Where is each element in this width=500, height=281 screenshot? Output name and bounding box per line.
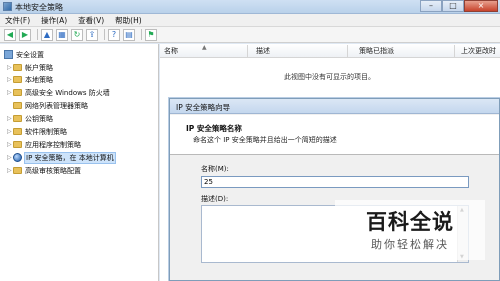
window-controls: – □ × (420, 0, 498, 13)
menu-file[interactable]: 文件(F) (5, 15, 30, 26)
tree-item-label: 高级安全 Windows 防火墙 (25, 88, 110, 97)
folder-icon (13, 76, 22, 83)
column-divider[interactable] (247, 45, 248, 57)
folder-icon (13, 167, 22, 174)
tree-item-label: 高级审核策略配置 (25, 166, 81, 175)
policy-icon[interactable]: ⚑ (145, 28, 157, 41)
menu-bar: 文件(F) 操作(A) 查看(V) 帮助(H) (0, 14, 500, 27)
ip-security-policy-icon (13, 153, 22, 162)
list-header: 名称 ▲ 描述 策略已指派 上次更改时 (160, 44, 500, 58)
tree-item-account-policies[interactable]: ▷ 帐户策略 (7, 62, 53, 73)
tree-item-local-policies[interactable]: ▷ 本地策略 (7, 74, 53, 85)
forward-icon[interactable]: ▶ (19, 28, 31, 41)
empty-list-message: 此视图中没有可显示的项目。 (284, 73, 375, 81)
watermark-main-text: 百科全说 (366, 210, 454, 234)
help-icon[interactable]: ? (108, 28, 120, 41)
tree-item-label: 帐户策略 (25, 63, 53, 72)
folder-icon (13, 115, 22, 122)
show-hide-tree-icon[interactable]: ▦ (56, 28, 68, 41)
navigation-tree: 安全设置 ▷ 帐户策略 ▷ 本地策略 ▷ 高级安全 Windows 防火墙 网络… (0, 44, 159, 281)
tree-item-label: 本地策略 (25, 75, 53, 84)
tree-item-label: 软件限制策略 (25, 127, 67, 136)
window-title: 本地安全策略 (15, 3, 63, 12)
close-button[interactable]: × (464, 0, 498, 12)
watermark: 百科全说 助你轻松解决 (335, 200, 485, 260)
wizard-subheading: 命名这个 IP 安全策略并且给出一个简短的描述 (193, 136, 337, 144)
tree-item-label: IP 安全策略，在 本地计算机 (24, 151, 116, 164)
refresh-icon[interactable]: ↻ (71, 28, 83, 41)
app-icon (3, 2, 12, 11)
back-icon[interactable]: ◀ (4, 28, 16, 41)
toolbar: ◀ ▶ ▲ ▦ ↻ ⇪ ? ▤ ⚑ (0, 27, 500, 43)
folder-icon (13, 89, 22, 96)
wizard-title-bar[interactable]: IP 安全策略向导 (170, 99, 499, 114)
tree-item-firewall[interactable]: ▷ 高级安全 Windows 防火墙 (7, 87, 110, 98)
toolbar-separator (104, 29, 105, 40)
tree-item-app-control[interactable]: ▷ 应用程序控制策略 (7, 139, 81, 150)
folder-icon (13, 141, 22, 148)
tree-item-ip-security[interactable]: ▷ IP 安全策略，在 本地计算机 (7, 151, 116, 164)
column-header-name[interactable]: 名称 (164, 46, 178, 56)
maximize-button[interactable]: □ (442, 0, 464, 12)
export-list-icon[interactable]: ⇪ (86, 28, 98, 41)
folder-icon (13, 102, 22, 109)
tree-item-network-list[interactable]: 网络列表管理器策略 (13, 100, 88, 111)
menu-help[interactable]: 帮助(H) (115, 15, 142, 26)
column-divider[interactable] (454, 45, 455, 57)
title-bar: 本地安全策略 – □ × (0, 0, 500, 14)
column-divider[interactable] (347, 45, 348, 57)
tree-item-label: 网络列表管理器策略 (25, 101, 88, 110)
menu-action[interactable]: 操作(A) (41, 15, 67, 26)
tree-item-label: 应用程序控制策略 (25, 140, 81, 149)
wizard-header: IP 安全策略名称 命名这个 IP 安全策略并且给出一个简短的描述 (170, 115, 499, 155)
folder-icon (13, 64, 22, 71)
tree-root-label: 安全设置 (16, 50, 44, 59)
tree-item-advanced-audit[interactable]: ▷ 高级审核策略配置 (7, 165, 81, 176)
wizard-heading: IP 安全策略名称 (186, 124, 242, 133)
name-label: 名称(M): (201, 165, 229, 173)
tree-item-software-restriction[interactable]: ▷ 软件限制策略 (7, 126, 67, 137)
minimize-button[interactable]: – (420, 0, 442, 12)
toolbar-separator (37, 29, 38, 40)
tree-root[interactable]: 安全设置 (4, 49, 44, 60)
tree-item-public-key[interactable]: ▷ 公钥策略 (7, 113, 53, 124)
folder-icon (13, 128, 22, 135)
security-settings-icon (4, 50, 13, 59)
menu-view[interactable]: 查看(V) (78, 15, 104, 26)
wizard-title: IP 安全策略向导 (176, 103, 231, 112)
sort-arrow-icon: ▲ (202, 44, 207, 51)
policy-name-input[interactable] (201, 176, 469, 188)
column-header-assigned[interactable]: 策略已指派 (359, 46, 394, 56)
properties-icon[interactable]: ▤ (123, 28, 135, 41)
column-header-description[interactable]: 描述 (256, 46, 270, 56)
up-folder-icon[interactable]: ▲ (41, 28, 53, 41)
watermark-sub-text: 助你轻松解决 (371, 238, 449, 251)
description-label: 描述(D): (201, 195, 229, 203)
toolbar-separator (141, 29, 142, 40)
tree-item-label: 公钥策略 (25, 114, 53, 123)
column-header-last-modified[interactable]: 上次更改时 (461, 46, 496, 56)
